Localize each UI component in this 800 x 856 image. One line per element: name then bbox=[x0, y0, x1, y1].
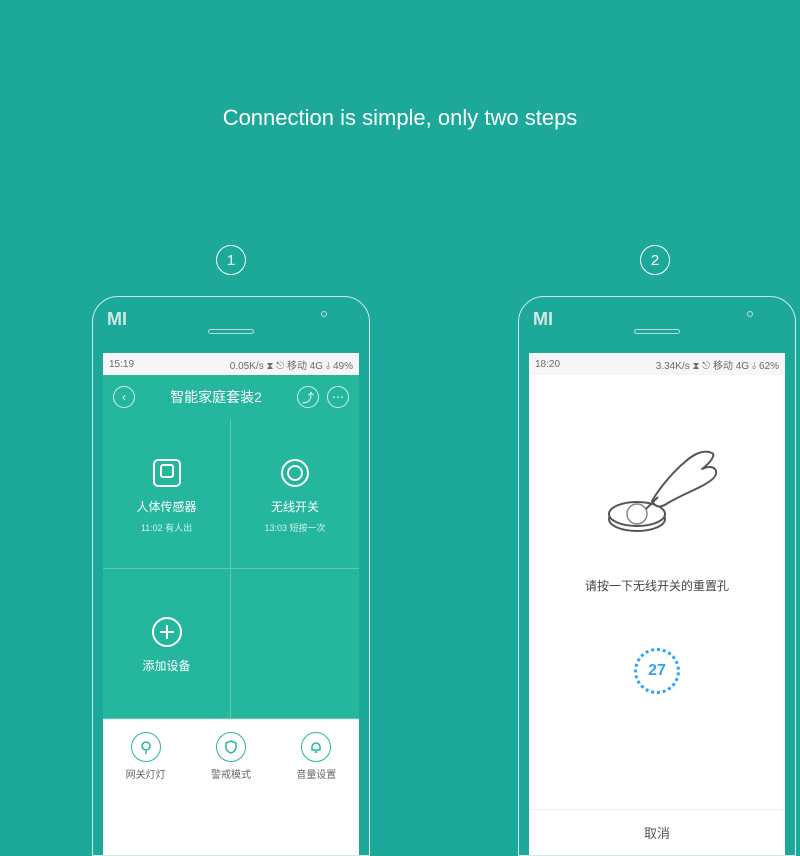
status-bar: 15:19 0.05K/s ⧗ ⎋ 移动 4G ⫰ 49% bbox=[103, 353, 359, 375]
speaker-grille bbox=[208, 329, 254, 334]
status-right: 3.34K/s ⧗ ⎋ 移动 4G ⫰ 62% bbox=[656, 357, 779, 372]
tile-label: 添加设备 bbox=[142, 657, 190, 674]
tile-label: 无线开关 bbox=[271, 498, 319, 515]
device-grid: 人体传感器 11:02 有人出 无线开关 13:03 短按一次 添加设备 bbox=[103, 419, 359, 719]
tile-sub: 11:02 有人出 bbox=[141, 521, 192, 534]
shield-icon bbox=[216, 732, 246, 762]
tile-empty bbox=[231, 569, 359, 719]
status-time: 18:20 bbox=[535, 359, 560, 370]
step-badge-1: 1 bbox=[216, 245, 246, 275]
phone-bezel: MI bbox=[519, 297, 795, 353]
mi-logo: MI bbox=[533, 309, 553, 330]
phone-bezel: MI bbox=[93, 297, 369, 353]
switch-icon bbox=[276, 454, 314, 492]
phone-left-screen: 15:19 0.05K/s ⧗ ⎋ 移动 4G ⫰ 49% ‹ 智能家庭套装2 … bbox=[103, 353, 359, 855]
more-button[interactable]: ⋯ bbox=[327, 386, 349, 408]
light-icon bbox=[131, 732, 161, 762]
phone-left: MI 15:19 0.05K/s ⧗ ⎋ 移动 4G ⫰ 49% ‹ 智能家庭套… bbox=[92, 296, 370, 856]
pairing-illustration bbox=[539, 399, 775, 559]
phone-right: MI 18:20 3.34K/s ⧗ ⎋ 移动 4G ⫰ 62% 请按一下无线开… bbox=[518, 296, 796, 856]
hand-pin-icon bbox=[582, 409, 732, 549]
bottom-item-volume[interactable]: 音量设置 bbox=[296, 732, 336, 781]
back-button[interactable]: ‹ bbox=[113, 386, 135, 408]
tile-add-device[interactable]: 添加设备 bbox=[103, 569, 231, 719]
app-header: ‹ 智能家庭套装2 ⤴ ⋯ bbox=[103, 375, 359, 419]
phone-right-screen: 18:20 3.34K/s ⧗ ⎋ 移动 4G ⫰ 62% 请按一下无线开关的重… bbox=[529, 353, 785, 855]
cancel-button[interactable]: 取消 bbox=[644, 823, 670, 842]
page-title: 智能家庭套装2 bbox=[170, 387, 262, 407]
bottom-label: 音量设置 bbox=[296, 766, 336, 781]
sensor-dot bbox=[747, 311, 753, 317]
mi-logo: MI bbox=[107, 309, 127, 330]
countdown-timer: 27 bbox=[634, 648, 680, 694]
bottom-label: 警戒模式 bbox=[211, 766, 251, 781]
bottom-label: 网关灯灯 bbox=[126, 766, 166, 781]
status-time: 15:19 bbox=[109, 359, 134, 370]
tile-motion-sensor[interactable]: 人体传感器 11:02 有人出 bbox=[103, 419, 231, 569]
speaker-grille bbox=[634, 329, 680, 334]
status-right: 0.05K/s ⧗ ⎋ 移动 4G ⫰ 49% bbox=[230, 357, 353, 372]
share-button[interactable]: ⤴ bbox=[297, 386, 319, 408]
bottom-item-guard[interactable]: 警戒模式 bbox=[211, 732, 251, 781]
tile-label: 人体传感器 bbox=[136, 498, 196, 515]
headline: Connection is simple, only two steps bbox=[0, 105, 800, 131]
bottom-item-light[interactable]: 网关灯灯 bbox=[126, 732, 166, 781]
status-bar: 18:20 3.34K/s ⧗ ⎋ 移动 4G ⫰ 62% bbox=[529, 353, 785, 375]
pairing-instruction: 请按一下无线开关的重置孔 bbox=[539, 577, 775, 594]
plus-icon bbox=[148, 613, 186, 651]
bell-icon bbox=[301, 732, 331, 762]
pairing-body: 请按一下无线开关的重置孔 27 bbox=[529, 375, 785, 694]
sensor-icon bbox=[148, 454, 186, 492]
sensor-dot bbox=[321, 311, 327, 317]
step-badge-2: 2 bbox=[640, 245, 670, 275]
cancel-bar: 取消 bbox=[529, 809, 785, 855]
tile-sub: 13:03 短按一次 bbox=[264, 521, 325, 534]
bottom-bar: 网关灯灯 警戒模式 音量设置 bbox=[103, 719, 359, 793]
tile-wireless-switch[interactable]: 无线开关 13:03 短按一次 bbox=[231, 419, 359, 569]
